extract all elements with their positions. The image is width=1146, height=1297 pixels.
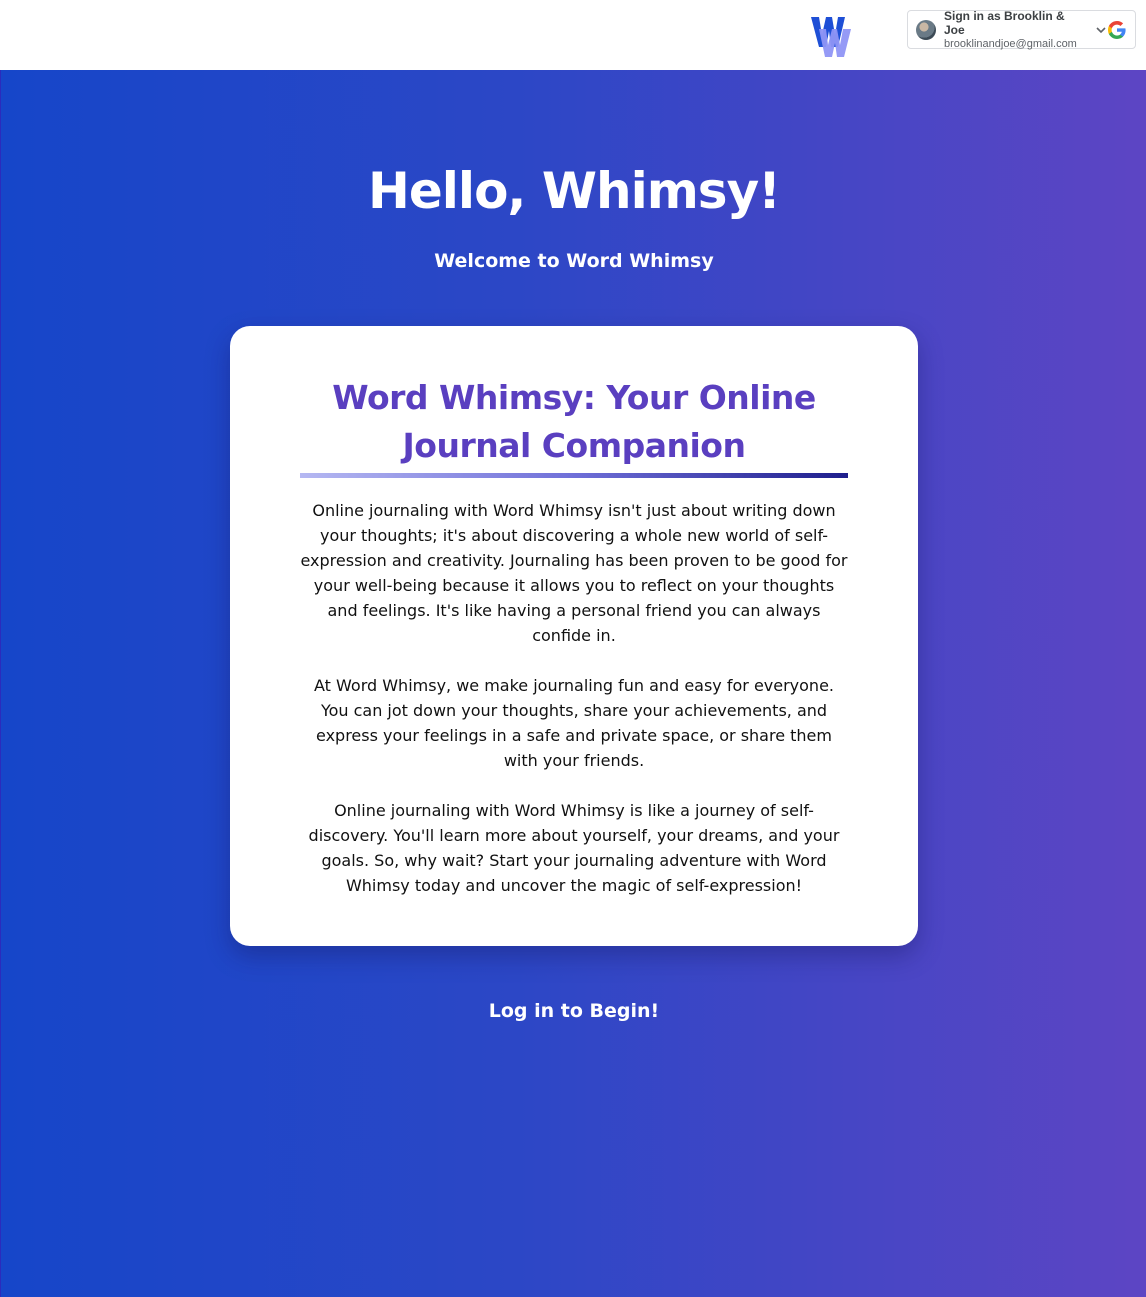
card-paragraph: At Word Whimsy, we make journaling fun a… [314, 676, 834, 770]
hero-section: Hello, Whimsy! Welcome to Word Whimsy Wo… [0, 70, 1146, 1297]
google-g-icon [1108, 20, 1126, 39]
page-subtitle: Welcome to Word Whimsy [434, 250, 714, 272]
word-whimsy-logo[interactable] [809, 13, 853, 59]
card-title: Word Whimsy: Your Online Journal Compani… [332, 378, 816, 465]
card-paragraph: Online journaling with Word Whimsy isn't… [300, 501, 848, 645]
user-avatar-icon [916, 19, 936, 40]
google-signin-button[interactable]: Sign in as Brooklin & Joe brooklinandjoe… [907, 9, 1136, 51]
intro-card: Word Whimsy: Your Online Journal Compani… [230, 326, 918, 946]
google-signin-email: brooklinandjoe@gmail.com [944, 37, 1077, 50]
login-button[interactable]: Log in to Begin! [474, 994, 674, 1028]
google-signin-name: Sign in as Brooklin & Joe [944, 8, 1065, 37]
card-title-underline [300, 473, 848, 478]
card-paragraph: Online journaling with Word Whimsy is li… [308, 801, 840, 895]
google-signin-text: Sign in as Brooklin & Joe brooklinandjoe… [944, 9, 1087, 51]
chevron-down-icon[interactable] [1095, 24, 1107, 36]
card-body: Online journaling with Word Whimsy isn't… [300, 498, 848, 898]
page-title: Hello, Whimsy! [368, 162, 781, 220]
top-bar: Sign in as Brooklin & Joe brooklinandjoe… [0, 0, 1146, 70]
